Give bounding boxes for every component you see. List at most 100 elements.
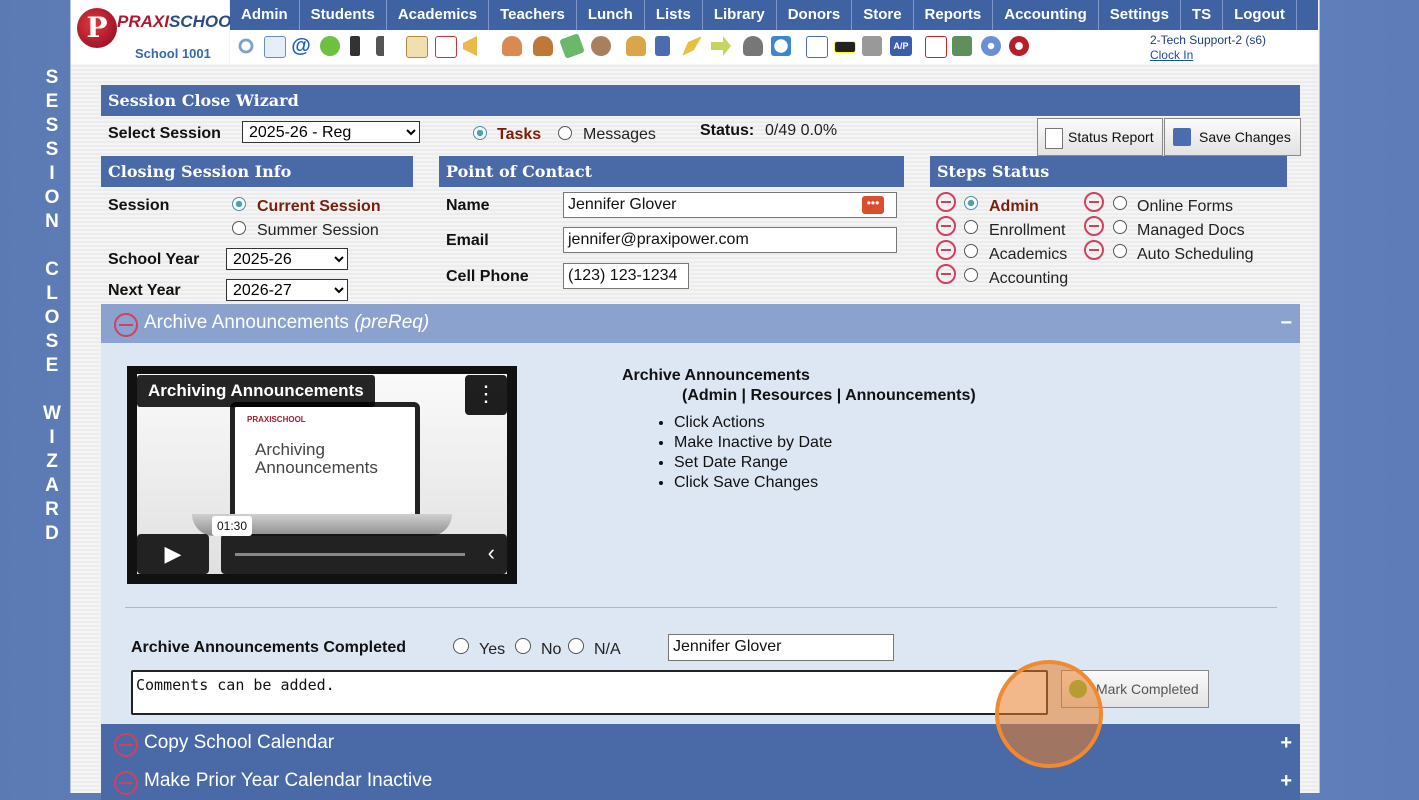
side-title-letter: O (44, 307, 60, 328)
save-icon (1173, 128, 1191, 146)
tasks-label: Tasks (497, 126, 542, 143)
archive-announcements-header[interactable]: Archive Announcements (preReq) − (101, 304, 1300, 343)
side-title-letter: D (45, 523, 59, 544)
next-year-label: Next Year (108, 282, 181, 299)
icon-toolbar: @ A/P 2-Tech Support-2 (s6) Clock In (230, 30, 1318, 65)
book-icon[interactable] (655, 36, 670, 56)
nav-settings[interactable]: Settings (1099, 0, 1181, 30)
chat-icon[interactable] (320, 36, 340, 56)
next-year-dropdown[interactable]: 2026-27 (226, 279, 348, 301)
cash-icon[interactable] (952, 36, 972, 56)
table-icon[interactable] (264, 36, 286, 58)
notes-icon[interactable] (406, 36, 428, 58)
nav-students[interactable]: Students (300, 0, 387, 30)
megaphone-icon[interactable] (463, 36, 477, 56)
nav-store[interactable]: Store (852, 0, 914, 30)
messages-radio[interactable] (558, 126, 572, 140)
broom-icon[interactable] (682, 36, 702, 56)
no-label: No (541, 641, 562, 658)
step-admin-radio[interactable] (964, 196, 978, 210)
completed-by-field[interactable]: Jennifer Glover (668, 634, 894, 661)
export-icon[interactable] (711, 36, 731, 56)
staff-icon[interactable] (743, 36, 763, 56)
email-icon[interactable]: @ (291, 36, 311, 56)
more-vert-icon[interactable]: ⋮ (465, 375, 507, 415)
side-title-letter: E (45, 355, 59, 376)
save-changes-button[interactable]: Save Changes (1164, 118, 1301, 156)
step-academics-radio[interactable] (964, 244, 978, 258)
chevron-left-icon[interactable]: ‹ (488, 540, 495, 566)
step-incomplete-icon (936, 192, 956, 212)
contact-phone-field[interactable]: (123) 123-1234 (563, 263, 689, 289)
clock-icon[interactable] (771, 36, 791, 56)
nav-lists[interactable]: Lists (645, 0, 703, 30)
nav-library[interactable]: Library (703, 0, 777, 30)
nav-teachers[interactable]: Teachers (489, 0, 577, 30)
expand-toggle[interactable]: + (1280, 762, 1292, 800)
summer-session-radio[interactable] (232, 221, 246, 235)
video-player[interactable]: PRAXISCHOOL Archiving Announcements Archi… (127, 366, 517, 584)
lunch-icon[interactable] (626, 36, 646, 56)
pdf-icon[interactable] (925, 36, 947, 58)
step-enrollment-label: Enrollment (989, 222, 1066, 239)
nav-lunch[interactable]: Lunch (577, 0, 645, 30)
closing-session-title: Closing Session Info (101, 156, 413, 187)
step-incomplete-icon (936, 240, 956, 260)
step-auto-scheduling-radio[interactable] (1113, 244, 1127, 258)
phone-icon[interactable] (350, 36, 360, 56)
step-online-forms-radio[interactable] (1113, 196, 1127, 210)
step-accounting-radio[interactable] (964, 268, 978, 282)
calendar-icon[interactable] (435, 36, 457, 58)
help-icon[interactable] (981, 36, 1001, 56)
comments-textarea[interactable]: Comments can be added. (131, 670, 1048, 715)
contact-name-field[interactable]: Jennifer Glover (563, 192, 897, 218)
current-session-radio[interactable] (232, 197, 246, 211)
copy-school-calendar-header[interactable]: Copy School Calendar + (101, 724, 1300, 762)
student-add-icon[interactable] (502, 36, 522, 56)
nav-accounting[interactable]: Accounting (993, 0, 1099, 30)
side-title-letter: I (49, 163, 55, 184)
make-prior-year-calendar-inactive-header[interactable]: Make Prior Year Calendar Inactive + (101, 762, 1300, 800)
parents-icon[interactable] (591, 36, 611, 56)
list-icon[interactable] (806, 36, 828, 58)
tasks-radio[interactable] (473, 126, 487, 140)
status-report-button[interactable]: Status Report (1037, 118, 1163, 156)
step-enrollment-radio[interactable] (964, 220, 978, 234)
nav-academics[interactable]: Academics (387, 0, 490, 30)
expand-toggle[interactable]: + (1280, 724, 1292, 762)
ap-icon[interactable]: A/P (890, 36, 912, 56)
nav-donors[interactable]: Donors (777, 0, 853, 30)
side-title-letter: N (45, 211, 59, 232)
card-icon[interactable] (834, 41, 856, 53)
cell-phone-label: Cell Phone (446, 268, 529, 285)
list-item: Click Save Changes (674, 473, 832, 493)
speaker-icon[interactable] (376, 36, 396, 56)
nav-reports[interactable]: Reports (914, 0, 994, 30)
collapse-toggle[interactable]: − (1280, 304, 1292, 342)
step-managed-docs-radio[interactable] (1113, 220, 1127, 234)
progress-track[interactable] (235, 553, 465, 556)
school-year-dropdown[interactable]: 2025-26 (226, 248, 348, 270)
side-title-letter: S (45, 331, 59, 352)
teacher-icon[interactable] (533, 36, 553, 56)
money-icon[interactable] (559, 33, 585, 59)
video-progress-bar[interactable]: ‹ (221, 534, 507, 574)
side-title-letter (38, 378, 66, 402)
power-icon[interactable] (1009, 36, 1029, 56)
search-icon[interactable] (236, 36, 256, 56)
play-icon[interactable]: ▶ (137, 534, 209, 574)
clock-in-link[interactable]: Clock In (1150, 48, 1266, 63)
contact-email-field[interactable]: jennifer@praxipower.com (563, 227, 897, 253)
logo[interactable]: P PRAXISCHOOL™ School 1001 (71, 0, 250, 64)
na-radio[interactable] (568, 638, 584, 654)
nav-logout[interactable]: Logout (1223, 0, 1297, 30)
register-icon[interactable] (862, 36, 882, 56)
yes-radio[interactable] (453, 638, 469, 654)
select-session-dropdown[interactable]: 2025-26 - Reg (242, 121, 420, 143)
no-radio[interactable] (515, 638, 531, 654)
mark-completed-button[interactable]: Mark Completed (1061, 670, 1209, 708)
instructions-path: (Admin | Resources | Announcements) (682, 387, 976, 404)
nav-ts[interactable]: TS (1181, 0, 1224, 30)
more-options-icon[interactable]: ••• (862, 196, 884, 214)
nav-admin[interactable]: Admin (230, 0, 300, 30)
